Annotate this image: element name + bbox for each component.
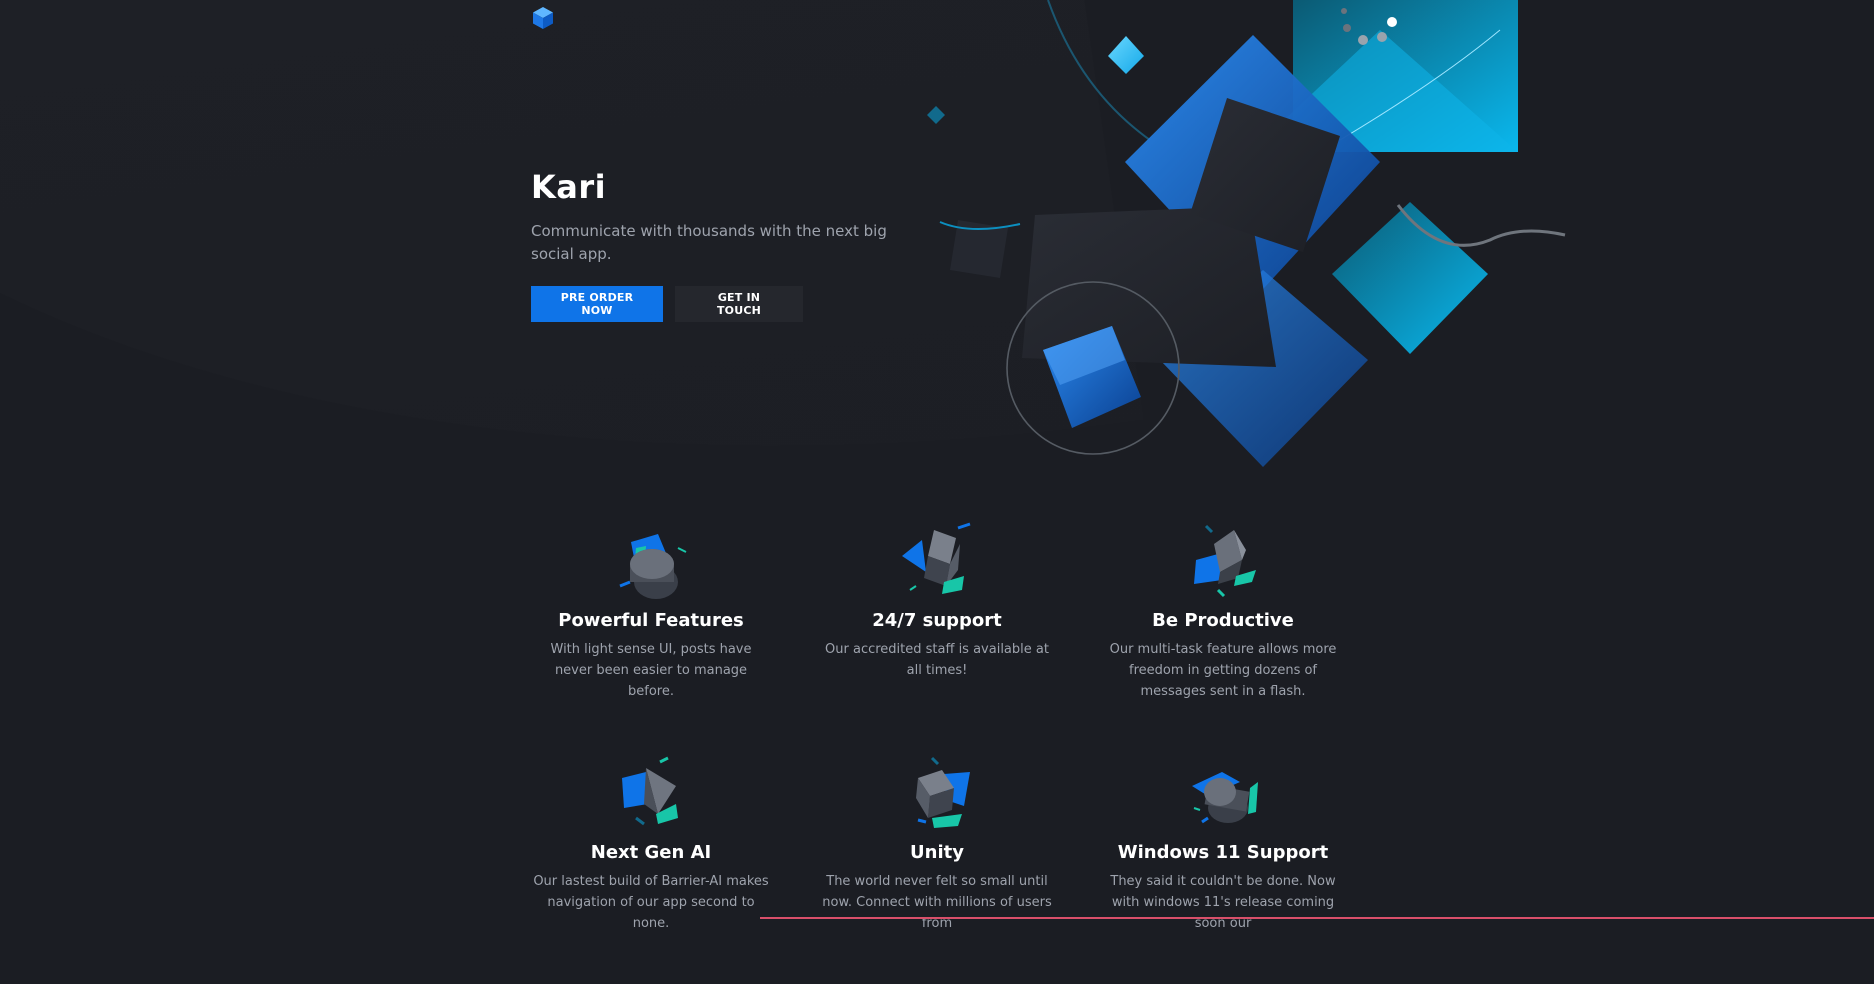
feature-text: Our lastest build of Barrier-AI makes na… xyxy=(533,874,769,931)
feature-text: Our multi-task feature allows more freed… xyxy=(1109,642,1337,699)
feature-text: Our accredited staff is available at all… xyxy=(825,642,1049,678)
feature-card: Windows 11 Support They said it couldn't… xyxy=(1094,752,1352,984)
feature-card: Powerful Features With light sense UI, p… xyxy=(522,520,780,752)
hero-subtitle: Communicate with thousands with the next… xyxy=(531,222,887,263)
hero-section: Kari Communicate with thousands with the… xyxy=(531,168,911,322)
feature-card: Unity The world never felt so small unti… xyxy=(808,752,1066,984)
feature-text: They said it couldn't be done. Now with … xyxy=(1110,874,1336,931)
feature-text: The world never felt so small until now.… xyxy=(822,874,1052,931)
pre-order-button[interactable]: PRE ORDER NOW xyxy=(531,286,663,322)
hero-illustration xyxy=(927,0,1566,467)
feature-title: 24/7 support xyxy=(872,610,1002,631)
cylinder-shape-icon xyxy=(1192,772,1258,824)
cube-logo-icon[interactable] xyxy=(531,6,555,30)
feature-card: Be Productive Our multi-task feature all… xyxy=(1094,520,1352,752)
feature-title: Powerful Features xyxy=(558,610,744,631)
cube-shape-icon xyxy=(902,522,971,594)
feature-title: Windows 11 Support xyxy=(1117,842,1329,863)
hero-buttons: PRE ORDER NOW GET IN TOUCH xyxy=(531,286,911,322)
feature-text: With light sense UI, posts have never be… xyxy=(550,642,752,699)
features-grid: Powerful Features With light sense UI, p… xyxy=(522,520,1342,984)
cube-shape-icon xyxy=(916,756,970,828)
feature-title: Next Gen AI xyxy=(590,842,712,863)
cube-tilted-shape-icon xyxy=(1194,524,1256,598)
feature-card: 24/7 support Our accredited staff is ava… xyxy=(808,520,1066,752)
hero-title: Kari xyxy=(531,168,607,206)
feature-title: Unity xyxy=(910,842,964,863)
get-in-touch-button[interactable]: GET IN TOUCH xyxy=(675,286,803,322)
feature-title: Be Productive xyxy=(1152,610,1294,631)
pyramid-shape-icon xyxy=(622,756,678,826)
cylinder-shape-icon xyxy=(619,534,687,599)
feature-card: Next Gen AI Our lastest build of Barrier… xyxy=(522,752,780,984)
